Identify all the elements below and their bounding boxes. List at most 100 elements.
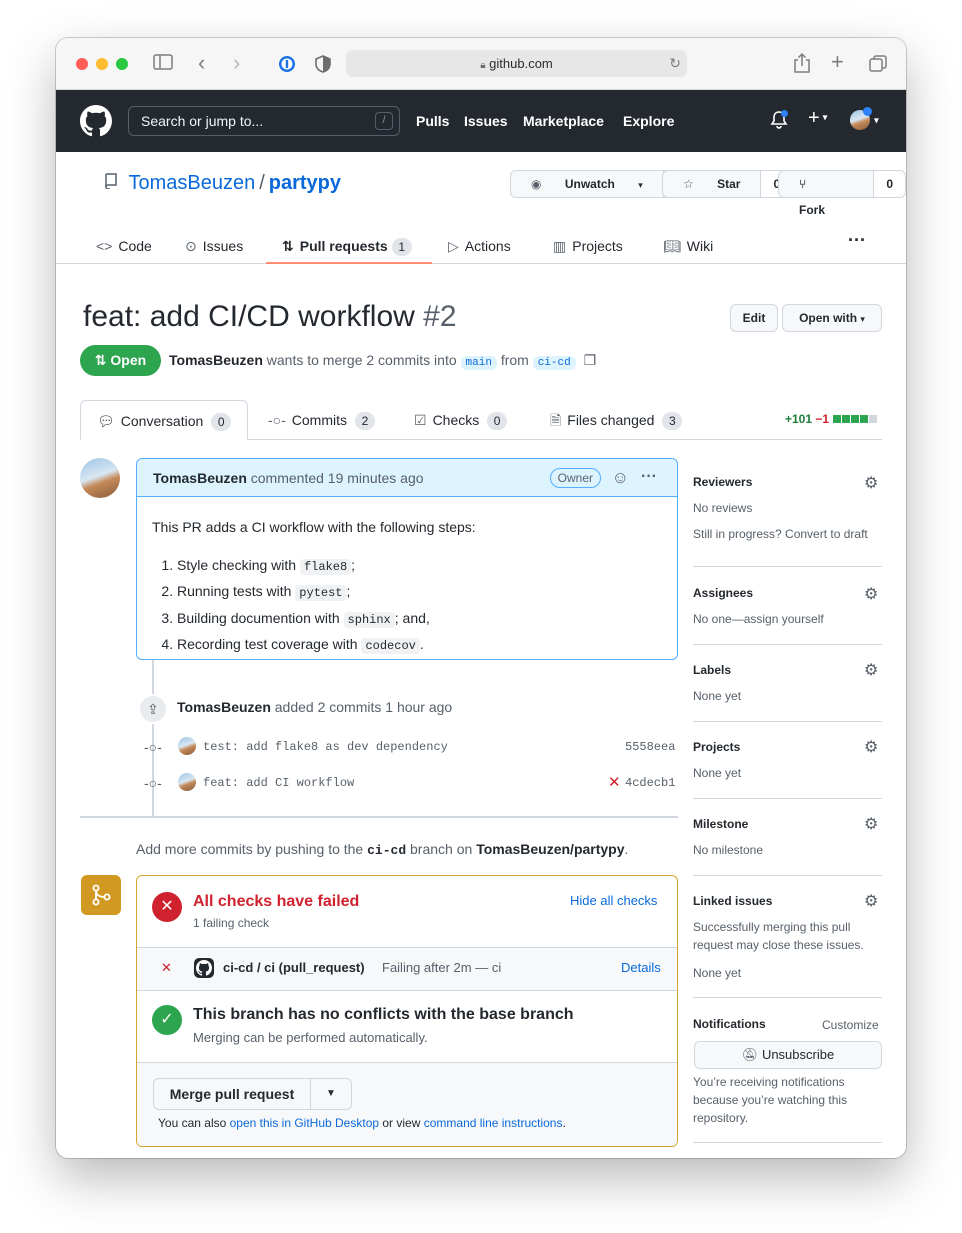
- tab-files-changed[interactable]: 🗎︎ Files changed 3: [550, 400, 683, 440]
- chevron-down-icon: ▾: [860, 314, 865, 324]
- gear-icon[interactable]: ⚙: [864, 814, 878, 834]
- gear-icon[interactable]: ⚙: [864, 660, 878, 680]
- open-with-button[interactable]: Open with ▾: [782, 304, 882, 332]
- pr-meta-text: wants to merge 2 commits into: [266, 352, 457, 368]
- tab-projects[interactable]: ▥ Projects: [553, 236, 623, 256]
- minimize-window-button[interactable]: [96, 58, 108, 70]
- sidebar-toggle-icon[interactable]: [153, 54, 173, 74]
- push-hint-repo[interactable]: TomasBeuzen/partypy: [476, 841, 624, 857]
- kebab-menu-icon[interactable]: ···: [641, 458, 657, 496]
- create-new-icon[interactable]: + ▾: [808, 108, 828, 129]
- gear-icon[interactable]: ⚙: [864, 584, 878, 604]
- customize-link[interactable]: Customize: [822, 1016, 879, 1034]
- unsubscribe-button[interactable]: 🔕︎ Unsubscribe: [694, 1041, 882, 1069]
- labels-status: None yet: [693, 689, 742, 703]
- divider: [693, 875, 882, 876]
- gear-icon[interactable]: ⚙: [864, 737, 878, 757]
- tab-conversation[interactable]: 💬︎ Conversation 0: [80, 400, 249, 440]
- search-input[interactable]: Search or jump to... /: [128, 106, 400, 136]
- repo-name-link[interactable]: partypy: [269, 172, 341, 194]
- tab-commits[interactable]: -○- Commits 2: [268, 400, 375, 440]
- tab-wiki[interactable]: 📖︎ Wiki: [663, 236, 713, 256]
- open-in-desktop-link[interactable]: open this in GitHub Desktop: [230, 1116, 379, 1130]
- tab-files-changed-label: Files changed: [567, 412, 655, 428]
- tab-pull-requests[interactable]: ⇅ Pull requests 1: [282, 236, 412, 256]
- push-hint-branch: ci-cd: [367, 843, 407, 858]
- close-window-button[interactable]: [76, 58, 88, 70]
- base-branch[interactable]: main: [460, 356, 497, 370]
- projects-heading[interactable]: Projects: [693, 740, 740, 754]
- tab-overview-icon[interactable]: [869, 55, 887, 76]
- commit-sha[interactable]: 5558eea: [625, 740, 675, 754]
- nav-pulls[interactable]: Pulls: [416, 90, 449, 152]
- tab-issues[interactable]: ⊙ Issues: [185, 236, 243, 256]
- star-button[interactable]: ☆ Star 0: [662, 170, 794, 198]
- forward-icon[interactable]: ›: [233, 52, 240, 74]
- issue-icon: ⊙: [185, 238, 197, 254]
- password-manager-icon[interactable]: [278, 55, 296, 76]
- commit-sha[interactable]: 4cdecb1: [625, 776, 675, 790]
- tab-code-label: Code: [118, 238, 152, 254]
- zoom-window-button[interactable]: [116, 58, 128, 70]
- commit-author-avatar[interactable]: [178, 737, 196, 755]
- user-menu[interactable]: ▾: [850, 107, 879, 130]
- commit-message[interactable]: feat: add CI workflow: [203, 776, 354, 790]
- x-icon: ✕: [161, 960, 172, 975]
- timeline-author[interactable]: TomasBeuzen: [177, 699, 271, 715]
- diffstat-block: [833, 415, 842, 423]
- convert-to-draft-text[interactable]: Still in progress? Convert to draft: [693, 525, 868, 543]
- commit-author-avatar[interactable]: [178, 773, 196, 791]
- copy-icon[interactable]: ❐: [584, 352, 597, 368]
- comment-header: TomasBeuzen commented 19 minutes ago Own…: [137, 459, 677, 497]
- tab-actions[interactable]: ▷ Actions: [448, 236, 511, 256]
- bell-slash-icon: 🔕︎: [741, 1047, 759, 1062]
- fork-count[interactable]: 0: [873, 171, 905, 197]
- commit-message[interactable]: test: add flake8 as dev dependency: [203, 740, 448, 754]
- gear-icon[interactable]: ⚙: [864, 473, 878, 493]
- check-details-link[interactable]: Details: [621, 960, 661, 975]
- head-branch[interactable]: ci-cd: [532, 356, 576, 370]
- divider: [693, 798, 882, 799]
- reload-icon[interactable]: ↻: [669, 50, 681, 77]
- merge-pull-request-button[interactable]: Merge pull request: [154, 1079, 311, 1109]
- tab-checks[interactable]: ☑ Checks 0: [414, 400, 508, 440]
- book-icon: 📖︎: [663, 238, 681, 254]
- milestone-heading[interactable]: Milestone: [693, 817, 748, 831]
- nav-explore[interactable]: Explore: [623, 90, 674, 152]
- comment-author-avatar[interactable]: [80, 458, 120, 498]
- comment-timestamp[interactable]: commented 19 minutes ago: [251, 470, 424, 486]
- repo-owner-link[interactable]: TomasBeuzen: [128, 172, 255, 194]
- nav-issues[interactable]: Issues: [464, 90, 508, 152]
- x-icon[interactable]: ✕: [608, 773, 621, 791]
- github-logo-icon[interactable]: [80, 105, 112, 140]
- tab-conversation-label: Conversation: [120, 413, 204, 429]
- labels-heading[interactable]: Labels: [693, 663, 731, 677]
- linked-issues-heading[interactable]: Linked issues: [693, 894, 772, 908]
- tab-code[interactable]: <> Code: [96, 236, 152, 256]
- merge-method-dropdown[interactable]: ▼: [311, 1079, 351, 1109]
- shield-icon[interactable]: [315, 55, 331, 76]
- lock-icon: 🔒︎: [480, 60, 486, 71]
- edit-button[interactable]: Edit: [730, 304, 778, 332]
- assignees-status[interactable]: No one—assign yourself: [693, 610, 824, 628]
- reviewers-heading[interactable]: Reviewers: [693, 475, 752, 489]
- more-menu-icon[interactable]: ···: [848, 230, 866, 250]
- pr-author-link[interactable]: TomasBeuzen: [169, 352, 263, 368]
- commit-icon: -○-: [144, 775, 162, 791]
- url-bar[interactable]: 🔒︎ github.com ↻: [346, 50, 687, 77]
- smiley-icon[interactable]: ☺: [612, 459, 629, 497]
- gear-icon[interactable]: ⚙: [864, 891, 878, 911]
- command-line-instructions-link[interactable]: command line instructions: [424, 1116, 563, 1130]
- notifications-bell-icon[interactable]: [770, 110, 788, 133]
- comment-icon: 💬︎: [97, 413, 115, 429]
- share-icon[interactable]: [793, 52, 811, 77]
- hide-checks-link[interactable]: Hide all checks: [570, 893, 657, 908]
- assignees-heading[interactable]: Assignees: [693, 586, 753, 600]
- comment-author[interactable]: TomasBeuzen: [153, 470, 247, 486]
- repo-header: TomasBeuzen/partypy ◉ Unwatch ▾ 1 ☆ Star…: [56, 152, 906, 264]
- back-icon[interactable]: ‹: [198, 52, 205, 74]
- nav-marketplace[interactable]: Marketplace: [523, 90, 604, 152]
- fork-button[interactable]: ⑂ Fork 0: [778, 170, 906, 217]
- new-tab-icon[interactable]: +: [831, 51, 844, 73]
- repo-push-icon: ⇪: [138, 694, 168, 724]
